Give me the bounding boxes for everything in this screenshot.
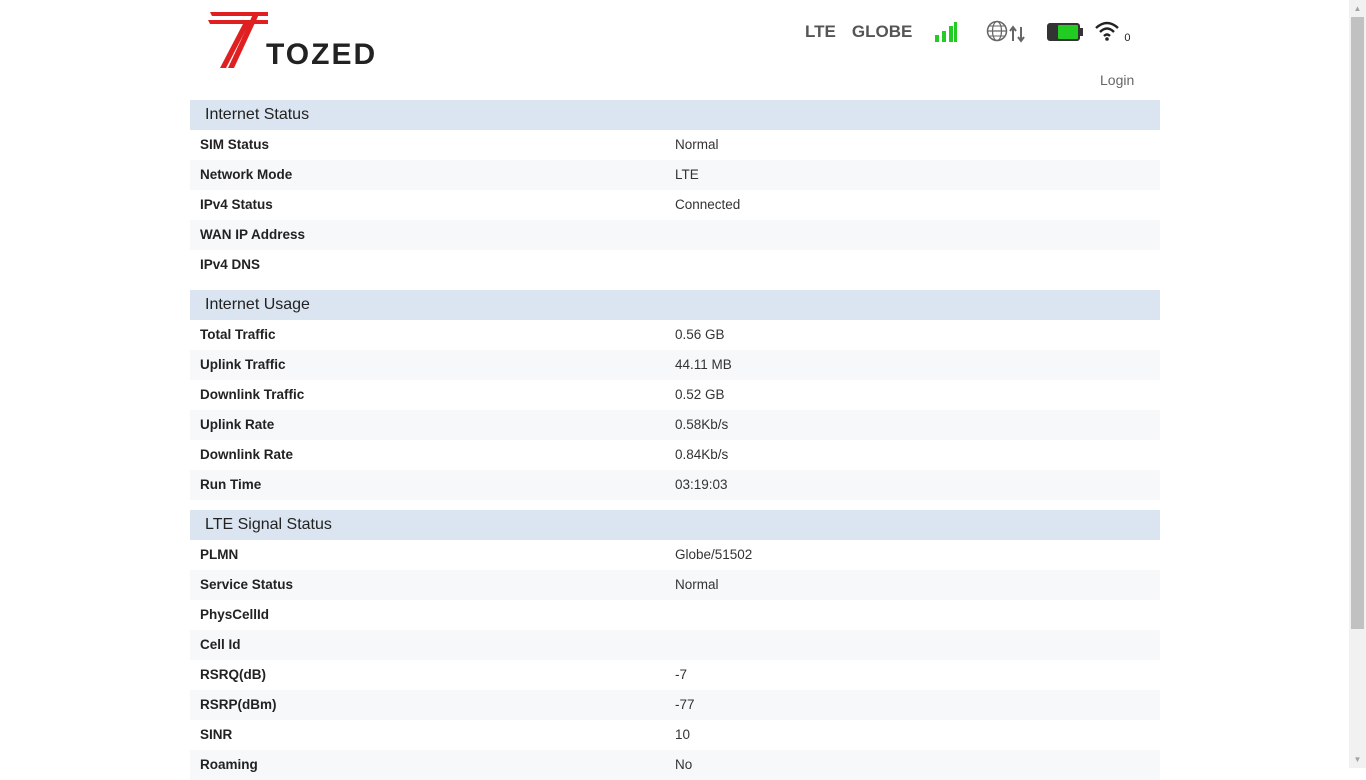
table-row: Run Time 03:19:03 [190,470,1160,500]
table-row: SINR 10 [190,720,1160,750]
table-row: Downlink Traffic 0.52 GB [190,380,1160,410]
logo-text: TOZED [266,38,378,71]
wifi-client-count: 0 [1124,32,1131,44]
tozed-logo: TOZED [204,8,378,72]
scroll-up-icon[interactable]: ▲ [1349,0,1366,17]
table-row: Downlink Rate 0.84Kb/s [190,440,1160,470]
table-row: RSRQ(dB) -7 [190,660,1160,690]
table-row: SIM Status Normal [190,130,1160,160]
header: TOZED LTE GLOBE 0 Login [190,0,1160,100]
operator-name: GLOBE [851,22,913,41]
table-row: Cell Id [190,630,1160,660]
table-row: WAN IP Address [190,220,1160,250]
network-type: LTE [805,22,836,41]
status-page: TOZED LTE GLOBE 0 Login Internet Status … [190,0,1160,780]
section-internet-usage: Internet Usage [190,290,1160,320]
table-row: Uplink Rate 0.58Kb/s [190,410,1160,440]
lte-signal-table: PLMN Globe/51502 Service Status Normal Phy… [190,540,1160,780]
table-row: Roaming No [190,750,1160,780]
table-row: RSRP(dBm) -77 [190,690,1160,720]
login-link[interactable]: Login [1100,72,1134,88]
table-row: PLMN Globe/51502 [190,540,1160,570]
logo-mark-icon [208,12,286,68]
internet-usage-table: Total Traffic 0.56 GB Uplink Traffic 44.11… [190,320,1160,500]
internet-status-table: SIM Status Normal Network Mode LTE IPv4 St… [190,130,1160,280]
scrollbar-thumb[interactable] [1351,17,1364,629]
table-row: IPv4 Status Connected [190,190,1160,220]
table-row: IPv4 DNS [190,250,1160,280]
signal-strength-icon [935,22,958,42]
table-row: Network Mode LTE [190,160,1160,190]
scroll-down-icon[interactable]: ▼ [1349,751,1366,768]
status-bar: LTE GLOBE 0 [805,16,1130,48]
globe-data-icon [987,20,1026,43]
section-lte-signal-status: LTE Signal Status [190,510,1160,540]
table-row: Uplink Traffic 44.11 MB [190,350,1160,380]
vertical-scrollbar[interactable]: ▲ ▼ [1349,0,1366,768]
table-row: Total Traffic 0.56 GB [190,320,1160,350]
table-row: Service Status Normal [190,570,1160,600]
section-internet-status: Internet Status [190,100,1160,130]
wifi-icon [1095,21,1120,41]
battery-icon [1047,23,1084,41]
table-row: PhysCellId [190,600,1160,630]
